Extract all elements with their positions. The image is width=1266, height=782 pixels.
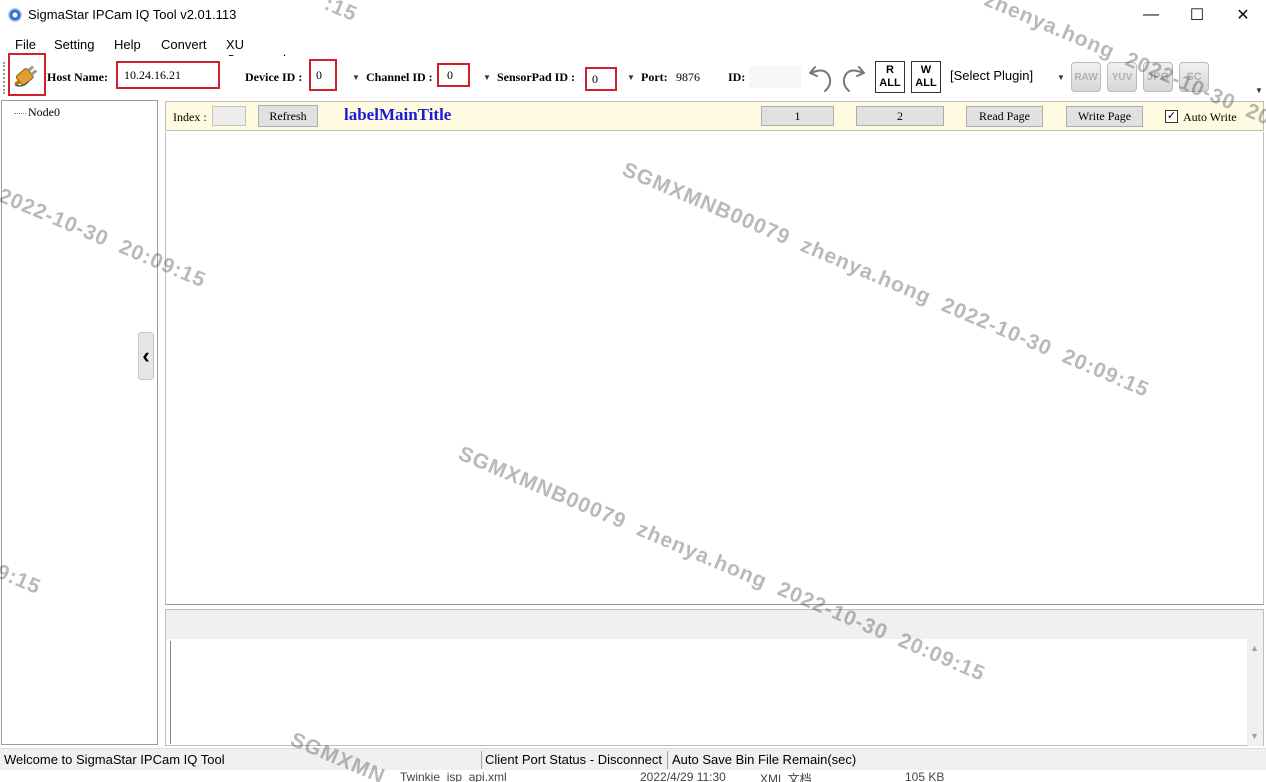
write-all-line2: ALL: [915, 77, 937, 89]
connect-icon: [14, 65, 38, 87]
redo-button[interactable]: [838, 61, 870, 93]
sensorpad-id-input[interactable]: 0: [585, 67, 617, 91]
status-divider: [667, 751, 668, 769]
status-welcome: Welcome to SigmaStar IPCam IQ Tool: [4, 752, 225, 767]
auto-write-label: Auto Write: [1183, 110, 1237, 124]
port-label: Port:: [641, 70, 668, 84]
collapse-panel-button[interactable]: ‹: [138, 332, 154, 380]
text-cursor: [170, 641, 172, 744]
window-title: SigmaStar IPCam IQ Tool v2.01.113: [28, 7, 237, 22]
menu-file[interactable]: File: [15, 37, 36, 52]
port-input[interactable]: 9876: [671, 66, 723, 88]
channel-id-input[interactable]: 0: [437, 63, 470, 87]
bg-file-name: Twinkie_isp_api.xml: [400, 770, 507, 782]
menu-setting[interactable]: Setting: [54, 37, 94, 52]
undo-icon: [809, 66, 832, 92]
menu-help[interactable]: Help: [114, 37, 141, 52]
raw-button[interactable]: RAW: [1071, 62, 1101, 92]
channel-id-dropdown-icon[interactable]: ▼: [483, 73, 491, 82]
device-id-label: Device ID :: [245, 70, 303, 84]
write-all-button[interactable]: W ALL: [911, 61, 941, 93]
jpg-button[interactable]: JPG: [1143, 62, 1173, 92]
log-output[interactable]: ▲ ▼: [165, 639, 1264, 746]
app-icon: [8, 8, 22, 22]
device-id-input[interactable]: 0: [309, 59, 337, 91]
title-bar: SigmaStar IPCam IQ Tool v2.01.113 — ☐ ✕: [0, 0, 1266, 32]
status-bar: Welcome to SigmaStar IPCam IQ Tool Clien…: [0, 748, 1266, 770]
log-scrollbar[interactable]: ▲ ▼: [1247, 639, 1263, 746]
redo-icon: [842, 66, 865, 92]
yuv-button[interactable]: YUV: [1107, 62, 1137, 92]
page-1-button[interactable]: 1: [761, 106, 834, 126]
menu-convert[interactable]: Convert: [161, 37, 207, 52]
plugin-dropdown-icon[interactable]: ▼: [1057, 73, 1065, 82]
scroll-down-icon[interactable]: ▼: [1250, 731, 1259, 741]
maximize-button[interactable]: ☐: [1174, 0, 1220, 30]
chevron-left-icon: ‹: [142, 343, 150, 368]
read-page-button[interactable]: Read Page: [966, 106, 1043, 127]
sensorpad-id-label: SensorPad ID :: [497, 70, 576, 84]
close-button[interactable]: ✕: [1220, 0, 1266, 30]
tree-panel: Node0: [1, 100, 158, 745]
background-file-row: Twinkie_isp_api.xml 2022/4/29 11:30 XML …: [0, 770, 1266, 782]
toolbar-grip: [3, 62, 5, 94]
log-header: [165, 609, 1264, 639]
main-title-label: labelMainTitle: [344, 105, 452, 124]
id-input[interactable]: [749, 66, 801, 88]
channel-id-label: Channel ID :: [366, 70, 433, 84]
host-name-label: Host Name:: [47, 70, 108, 84]
read-all-line2: ALL: [879, 77, 901, 89]
tree-node-root[interactable]: Node0: [14, 105, 60, 120]
status-divider: [481, 751, 482, 769]
write-all-line1: W: [920, 64, 932, 76]
id-label: ID:: [728, 70, 746, 84]
minimize-button[interactable]: —: [1128, 0, 1174, 30]
status-client-port: Client Port Status - Disconnect: [485, 752, 663, 767]
scroll-up-icon[interactable]: ▲: [1250, 643, 1259, 653]
device-id-dropdown-icon[interactable]: ▼: [352, 73, 360, 82]
sensorpad-id-dropdown-icon[interactable]: ▼: [627, 73, 635, 82]
main-content-area: [165, 132, 1264, 605]
connect-button[interactable]: [8, 53, 46, 96]
sc-button[interactable]: SC: [1179, 62, 1209, 92]
auto-write-checkbox[interactable]: ✓: [1165, 110, 1178, 123]
read-all-button[interactable]: R ALL: [875, 61, 905, 93]
index-label: Index :: [173, 110, 207, 124]
tree-node-label: Node0: [28, 105, 60, 119]
undo-button[interactable]: [804, 61, 836, 93]
read-all-line1: R: [886, 64, 894, 76]
index-input[interactable]: [212, 106, 246, 126]
refresh-button[interactable]: Refresh: [258, 105, 318, 127]
bg-file-type: XML 文档: [760, 772, 812, 782]
page-2-button[interactable]: 2: [856, 106, 944, 126]
toolbar-overflow-icon[interactable]: ▼: [1255, 86, 1263, 95]
host-name-input[interactable]: 10.24.16.21: [116, 61, 220, 89]
bg-file-date: 2022/4/29 11:30: [640, 770, 726, 782]
bg-file-size: 105 KB: [905, 770, 945, 782]
status-auto-save: Auto Save Bin File Remain(sec): [672, 752, 857, 767]
plugin-select[interactable]: [Select Plugin]: [946, 65, 1066, 89]
write-page-button[interactable]: Write Page: [1066, 106, 1143, 127]
